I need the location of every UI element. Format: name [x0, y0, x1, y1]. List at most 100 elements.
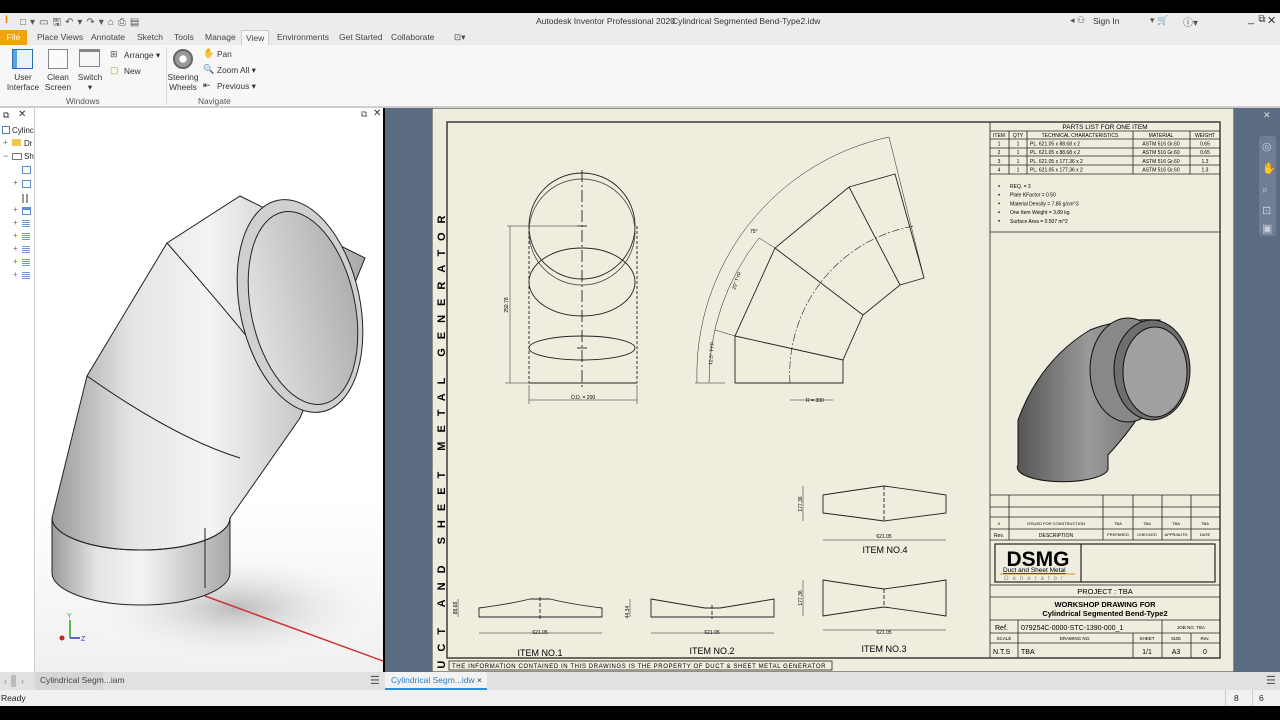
restore-icon[interactable]: ⧉	[1250, 14, 1265, 25]
ref-value: 079254C-0000-STC-1390-000_1	[1021, 625, 1123, 632]
parts-list-cell: 1.3	[1202, 159, 1209, 165]
tab-scrollbar[interactable]	[11, 675, 16, 687]
flat-pattern-view-icon[interactable]	[22, 220, 30, 228]
browser-close-icon[interactable]: ✕	[18, 109, 26, 120]
tab-annotate[interactable]: Annotate	[87, 30, 129, 45]
tab-overflow-icon[interactable]: ⊡▾	[450, 30, 469, 45]
scroll-right-icon[interactable]: ›	[21, 676, 24, 686]
expand-icon[interactable]: +	[13, 270, 18, 279]
header-qty: QTY	[1013, 133, 1024, 139]
steering-wheels-button[interactable]: Steering Wheels	[166, 72, 200, 92]
view-icon[interactable]	[22, 207, 31, 215]
expand-icon[interactable]: +	[13, 205, 18, 214]
cart-icon[interactable]: ▾ 🛒	[1150, 15, 1168, 26]
parts-list-title: PARTS LIST FOR ONE ITEM	[1062, 124, 1147, 131]
model-viewport[interactable]: ⧉ ✕ Y Z	[35, 108, 383, 672]
document-list-menu-icon[interactable]: ☰	[370, 674, 380, 687]
svg-text:Z: Z	[81, 636, 86, 643]
flat-pattern-view-icon[interactable]	[22, 272, 30, 280]
expand-icon[interactable]: +	[13, 244, 18, 253]
pan-button[interactable]: Pan	[217, 49, 232, 59]
tab-sketch[interactable]: Sketch	[133, 30, 167, 45]
parts-list-note: Surface Area = 0.507 m^2	[1010, 219, 1068, 225]
flat-pattern-view-icon[interactable]	[22, 233, 30, 241]
flat-pattern-view-icon[interactable]	[22, 246, 30, 254]
look-at-icon[interactable]: ▣	[1262, 222, 1272, 235]
bullet-icon	[998, 202, 1000, 205]
dim-radius: R = 300	[806, 398, 824, 404]
svg-text:SCALE: SCALE	[997, 636, 1012, 641]
expand-icon[interactable]: +	[13, 218, 18, 227]
parts-list-cell: 2	[998, 150, 1001, 156]
new-window-button[interactable]: New	[124, 66, 141, 76]
dim-item4-length: 621.05	[876, 534, 892, 540]
zoom-window-icon[interactable]: ⊡	[1262, 204, 1271, 217]
browser-item-drawing-resources[interactable]: Dr	[24, 139, 32, 148]
flat-pattern-view-icon[interactable]	[22, 259, 30, 267]
tab-collaborate[interactable]: Collaborate	[387, 30, 438, 45]
switch-button[interactable]: Switch ▾	[75, 72, 105, 92]
clean-screen-icon[interactable]	[48, 49, 68, 69]
tab-view[interactable]: View	[241, 30, 270, 45]
previous-view-button[interactable]: Previous ▾	[217, 81, 256, 91]
bullet-icon	[998, 219, 1000, 222]
document-tab-drawing[interactable]: Cylindrical Segm...idw ×	[385, 672, 487, 690]
expand-icon[interactable]: +	[13, 178, 18, 187]
header-tech: TECHNICAL CHARACTERISTICS	[1042, 133, 1119, 139]
svg-text:Duct and Sheet Metal: Duct and Sheet Metal	[1003, 567, 1066, 574]
svg-text:DRAWING NO.: DRAWING NO.	[1060, 636, 1091, 641]
tab-place-views[interactable]: Place Views	[33, 30, 87, 45]
collapse-icon[interactable]: −	[3, 151, 8, 161]
drawing-sheet[interactable]: 259.78 O.D. = 200 75° 25° TYP. 12.5° TYP…	[432, 108, 1234, 672]
parts-list-note: Material Density = 7.85 g/cm^3	[1010, 201, 1079, 207]
new-window-icon: ▢	[110, 65, 119, 75]
user-interface-icon[interactable]	[12, 49, 33, 69]
header-weight: WEIGHT	[1195, 133, 1215, 139]
zoom-icon[interactable]: ⌕	[1262, 184, 1268, 197]
parts-list-icon[interactable]	[22, 194, 28, 203]
sign-in-link[interactable]: Sign In	[1093, 16, 1119, 26]
view-icon[interactable]	[22, 166, 31, 174]
inventor-logo-icon: I	[5, 14, 9, 26]
navbar-close-icon[interactable]: ✕	[1263, 110, 1271, 121]
svg-text:Rev.: Rev.	[1201, 636, 1210, 641]
tab-get-started[interactable]: Get Started	[335, 30, 386, 45]
svg-text:CHECKED: CHECKED	[1137, 532, 1157, 537]
tab-file[interactable]: File	[0, 30, 27, 45]
expand-icon[interactable]: +	[13, 231, 18, 240]
tab-tools[interactable]: Tools	[170, 30, 198, 45]
model-browser: ⧉ ✕ Cylinc + Dr − Sh + + + + + + +	[0, 108, 35, 672]
ref-label: Ref.	[995, 625, 1008, 632]
clean-screen-button[interactable]: Clean Screen	[42, 72, 74, 92]
browser-pin-icon[interactable]: ⧉	[3, 110, 9, 121]
steering-wheel-icon[interactable]: ◎	[1262, 140, 1272, 153]
svg-text:Y: Y	[67, 613, 72, 620]
arrange-icon: ⊞	[110, 49, 118, 59]
scroll-left-icon[interactable]: ‹	[4, 676, 7, 686]
steering-wheels-icon[interactable]	[173, 49, 193, 69]
browser-item-sheet[interactable]: Sh	[24, 152, 34, 161]
parts-list-cell: PL. 621.05 x 88.68 x 2	[1030, 150, 1080, 156]
item-label-1: ITEM NO.1	[517, 648, 562, 658]
tab-manage[interactable]: Manage	[201, 30, 240, 45]
help-icon[interactable]: ⓘ▾	[1183, 14, 1198, 29]
close-tab-icon[interactable]: ×	[477, 675, 482, 685]
browser-item-root[interactable]: Cylinc	[12, 126, 34, 135]
parts-list-note: One Item Weight = 3.89 kg	[1010, 210, 1070, 216]
expand-icon[interactable]: +	[3, 138, 8, 147]
svg-text:TBA: TBA	[1143, 521, 1151, 526]
tab-environments[interactable]: Environments	[273, 30, 333, 45]
document-list-menu-icon[interactable]: ☰	[1266, 674, 1276, 687]
zoom-all-button[interactable]: Zoom All ▾	[217, 65, 256, 75]
close-window-button[interactable]: ✕	[1267, 14, 1276, 27]
app-title: Autodesk Inventor Professional 2020	[536, 16, 675, 26]
parts-list-cell: PL. 621.05 x 88.68 x 2	[1030, 142, 1080, 148]
view-icon[interactable]	[22, 180, 31, 188]
arrange-button[interactable]: Arrange ▾	[124, 50, 160, 60]
document-tab-assembly[interactable]: Cylindrical Segm...iam	[35, 672, 125, 690]
expand-icon[interactable]: +	[13, 257, 18, 266]
pan-icon[interactable]: ✋	[1262, 162, 1276, 175]
switch-icon[interactable]	[79, 49, 100, 67]
tab-label: Cylindrical Segm...iam	[40, 675, 125, 685]
user-interface-button[interactable]: User Interface	[5, 72, 41, 92]
